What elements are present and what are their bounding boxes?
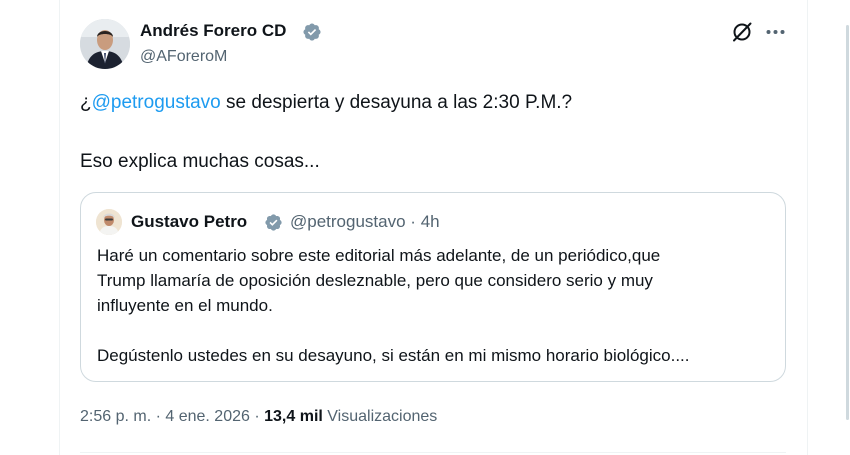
tweet-time[interactable]: 2:56 p. m. (80, 408, 151, 425)
more-icon[interactable] (764, 19, 788, 45)
tweet-text-line-2: Eso explica muchas cosas... (80, 151, 320, 172)
quoted-text-line-2: Trump llamaría de oposición desleznable,… (97, 271, 653, 290)
quoted-text-line-1: Haré un comentario sobre este editorial … (97, 246, 661, 265)
meta-separator-2: · (249, 408, 265, 425)
quoted-author-handle[interactable]: @petrogustavo (290, 212, 406, 231)
views-count[interactable]: 13,4 mil (264, 408, 323, 425)
quoted-text-line-4: Degústenlo ustedes en su desayuno, si es… (97, 346, 690, 365)
tweet-date[interactable]: 4 ene. 2026 (165, 408, 250, 425)
views-label: Visualizaciones (322, 408, 438, 425)
quoted-timestamp[interactable]: 4h (421, 212, 440, 231)
tweet-text-suffix: se despierta y desayuna a las 2:30 P.M.? (220, 92, 573, 113)
tweet-text-prefix: ¿ (80, 92, 92, 113)
author-avatar[interactable] (80, 19, 130, 69)
column-border-right (807, 0, 808, 455)
quoted-author-meta: @petrogustavo · 4h (290, 211, 440, 233)
quoted-separator: · (410, 212, 416, 231)
author-name[interactable]: Andrés Forero CD (140, 20, 286, 42)
tweet-page: Andrés Forero CD @AForeroM ¿@petrogustav… (0, 0, 850, 455)
grok-icon[interactable] (729, 19, 755, 45)
meta-separator-1: · (151, 408, 166, 425)
author-handle[interactable]: @AForeroM (140, 46, 227, 68)
quoted-text-line-3: influyente en el mundo. (97, 296, 273, 315)
quoted-author-name[interactable]: Gustavo Petro (131, 211, 247, 233)
tweet-meta: 2:56 p. m. · 4 ene. 2026 · 13,4 mil Visu… (80, 406, 437, 428)
mention-link[interactable]: @petrogustavo (92, 92, 221, 113)
quoted-author-avatar[interactable] (96, 209, 122, 235)
column-border-left (59, 0, 60, 455)
scrollbar-thumb[interactable] (846, 25, 849, 420)
quoted-verified-badge-icon (264, 213, 283, 232)
tweet-text-line-1: ¿@petrogustavo se despierta y desayuna a… (80, 90, 572, 116)
bottom-divider (80, 452, 786, 453)
verified-badge-icon[interactable] (302, 22, 322, 42)
